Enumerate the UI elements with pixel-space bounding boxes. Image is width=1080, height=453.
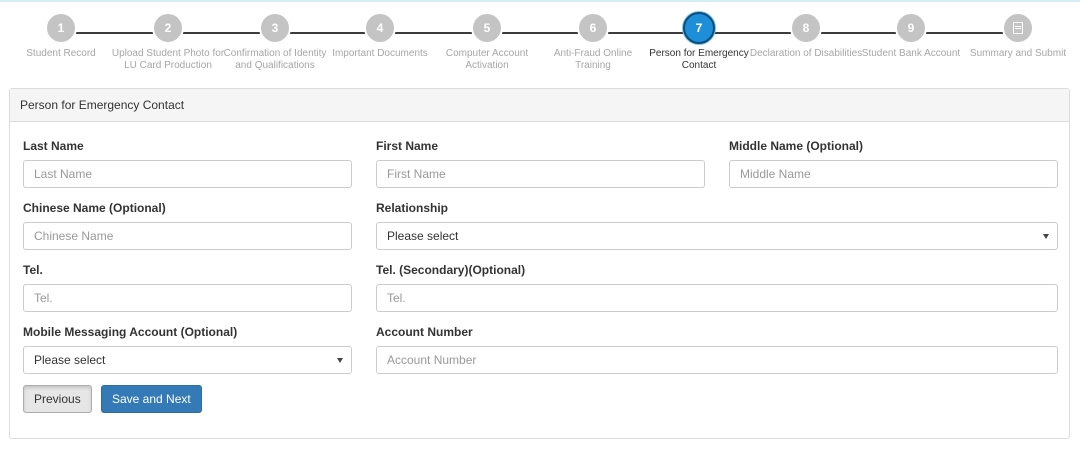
emergency-contact-panel: Person for Emergency Contact Last Name F… bbox=[9, 88, 1070, 439]
step-4[interactable]: 4 Important Documents bbox=[322, 12, 438, 60]
step-number: 9 bbox=[895, 12, 927, 44]
step-label: Summary and Submit bbox=[969, 48, 1067, 59]
progress-stepper: 1 Student Record 2 Upload Student Photo … bbox=[0, 8, 1080, 88]
step-6[interactable]: 6 Anti-Fraud Online Training bbox=[535, 12, 651, 72]
tel-secondary-label: Tel. (Secondary)(Optional) bbox=[376, 263, 526, 277]
step-number: 3 bbox=[259, 12, 291, 44]
step-label: Upload Student Photo for LU Card Product… bbox=[111, 48, 225, 71]
account-number-label: Account Number bbox=[376, 325, 473, 339]
messaging-select[interactable]: Please select bbox=[23, 346, 352, 374]
document-list-icon bbox=[1013, 21, 1023, 34]
messaging-selected-value: Please select bbox=[34, 353, 106, 367]
relationship-selected-value: Please select bbox=[387, 229, 459, 243]
messaging-label: Mobile Messaging Account (Optional) bbox=[23, 325, 238, 339]
middle-name-label: Middle Name (Optional) bbox=[729, 139, 864, 153]
step-summary[interactable]: Summary and Submit bbox=[960, 12, 1076, 60]
account-number-group: Account Number bbox=[376, 324, 1058, 374]
step-label: Declaration of Disabilities bbox=[749, 48, 863, 59]
step-number: 1 bbox=[45, 12, 77, 44]
relationship-group: Relationship Please select bbox=[376, 200, 1058, 250]
step-number: 4 bbox=[364, 12, 396, 44]
tel-label: Tel. bbox=[23, 263, 43, 277]
messaging-group: Mobile Messaging Account (Optional) Plea… bbox=[23, 324, 352, 374]
top-accent-line bbox=[0, 0, 1080, 2]
chinese-name-input[interactable] bbox=[23, 222, 352, 250]
chinese-name-label: Chinese Name (Optional) bbox=[23, 201, 166, 215]
first-name-label: First Name bbox=[376, 139, 439, 153]
step-3[interactable]: 3 Confirmation of Identity and Qualifica… bbox=[217, 12, 333, 72]
step-label: Computer Account Activation bbox=[445, 48, 529, 71]
step-label: Important Documents bbox=[332, 48, 428, 59]
tel-group: Tel. bbox=[23, 262, 352, 312]
step-number: 2 bbox=[152, 12, 184, 44]
relationship-select[interactable]: Please select bbox=[376, 222, 1058, 250]
tel-secondary-group: Tel. (Secondary)(Optional) bbox=[376, 262, 1058, 312]
previous-button[interactable]: Previous bbox=[23, 385, 92, 413]
first-name-group: First Name bbox=[376, 138, 705, 188]
chinese-name-group: Chinese Name (Optional) bbox=[23, 200, 352, 250]
step-9[interactable]: 9 Student Bank Account bbox=[853, 12, 969, 60]
save-and-next-button[interactable]: Save and Next bbox=[101, 385, 202, 413]
relationship-label: Relationship bbox=[376, 201, 449, 215]
step-label: Confirmation of Identity and Qualificati… bbox=[223, 48, 327, 71]
tel-input[interactable] bbox=[23, 284, 352, 312]
dropdown-caret-icon bbox=[1043, 234, 1049, 239]
step-2[interactable]: 2 Upload Student Photo for LU Card Produ… bbox=[110, 12, 226, 72]
step-label: Anti-Fraud Online Training bbox=[553, 48, 633, 71]
middle-name-input[interactable] bbox=[729, 160, 1058, 188]
step-number: 8 bbox=[790, 12, 822, 44]
step-7-active[interactable]: 7 Person for Emergency Contact bbox=[641, 12, 757, 72]
account-number-input[interactable] bbox=[376, 346, 1058, 374]
step-number: 6 bbox=[577, 12, 609, 44]
tel-secondary-input[interactable] bbox=[376, 284, 1058, 312]
step-label: Student Bank Account bbox=[861, 48, 961, 59]
panel-title: Person for Emergency Contact bbox=[10, 89, 1069, 122]
middle-name-group: Middle Name (Optional) bbox=[729, 138, 1058, 188]
last-name-label: Last Name bbox=[23, 139, 84, 153]
step-label: Student Record bbox=[26, 48, 96, 59]
first-name-input[interactable] bbox=[376, 160, 705, 188]
step-8[interactable]: 8 Declaration of Disabilities bbox=[748, 12, 864, 60]
step-number: 5 bbox=[471, 12, 503, 44]
step-1[interactable]: 1 Student Record bbox=[3, 12, 119, 60]
dropdown-caret-icon bbox=[337, 358, 343, 363]
step-circle bbox=[1002, 12, 1034, 44]
last-name-input[interactable] bbox=[23, 160, 352, 188]
step-number: 7 bbox=[683, 12, 715, 44]
step-5[interactable]: 5 Computer Account Activation bbox=[429, 12, 545, 72]
step-label: Person for Emergency Contact bbox=[649, 48, 749, 71]
last-name-group: Last Name bbox=[23, 138, 352, 188]
